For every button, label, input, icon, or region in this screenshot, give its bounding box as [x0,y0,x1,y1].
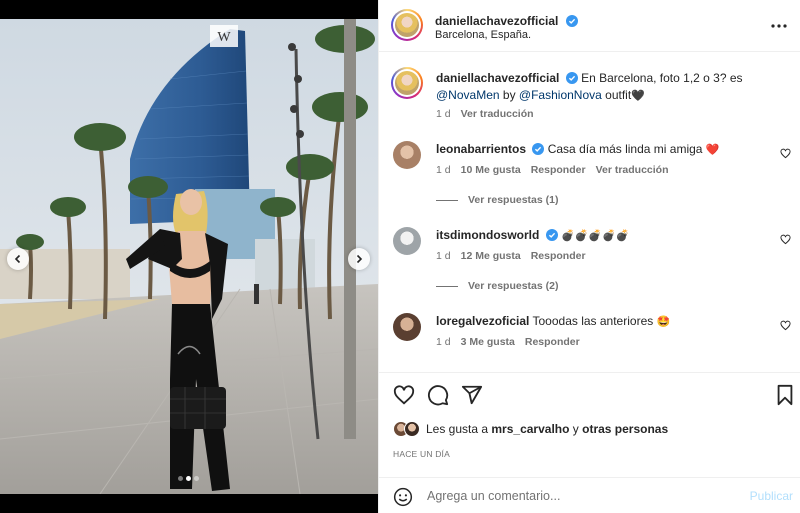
comment-avatar[interactable] [393,141,421,169]
comment-meta: 1 d 3 Me gusta Responder [436,336,580,348]
verified-icon [532,143,545,155]
view-replies-button[interactable]: Ver respuestas (2) [436,280,558,292]
comment-icon[interactable] [427,384,449,406]
carousel-dot-active [186,476,191,481]
comment-composer: Publicar [379,477,800,513]
heart-icon[interactable] [780,234,791,245]
carousel-dot [178,476,183,481]
comment-avatar[interactable] [393,227,421,255]
chevron-right-icon [356,254,363,264]
comment-emoji: 💣💣💣💣💣 [561,229,630,242]
comment-emoji: ❤️ [705,143,720,156]
heart-icon[interactable] [780,320,791,331]
comment-username[interactable]: leonabarrientos [436,142,526,156]
heart-icon[interactable] [780,148,791,159]
caption-username[interactable]: daniellachavezofficial [436,71,559,85]
comment-meta: 1 d 12 Me gusta Responder [436,250,586,262]
comment-likes[interactable]: 3 Me gusta [461,336,515,348]
comment-translate-link[interactable]: Ver traducción [596,164,669,176]
likes-user[interactable]: mrs_carvalho [491,422,569,436]
comment-username[interactable]: itsdimondosworld [436,228,539,242]
share-icon[interactable] [461,384,483,406]
carousel-dot [194,476,199,481]
likes-middle: y [572,422,579,436]
verified-icon [565,72,578,84]
comment-input[interactable] [427,486,727,506]
more-icon[interactable] [771,18,787,34]
comment-likes[interactable]: 12 Me gusta [461,250,521,262]
comment-time[interactable]: 1 d [436,164,451,176]
comment-likes[interactable]: 10 Me gusta [461,164,521,176]
comment-emoji: 🤩 [656,315,671,328]
comment-avatar[interactable] [393,313,421,341]
comment-text: itsdimondosworld 💣💣💣💣💣 [436,227,776,244]
comment-time[interactable]: 1 d [436,336,451,348]
comment-body: Casa día más linda mi amiga [547,142,703,156]
heart-icon[interactable] [393,384,415,406]
comment-body: Tooodas las anteriores [532,314,654,328]
caption-by: by [502,88,516,102]
comment-reply-button[interactable]: Responder [531,164,586,176]
post-timestamp[interactable]: HACE UN DÍA [393,449,450,459]
comments-list: daniellachavezofficial En Barcelona, fot… [379,53,800,371]
post-photo: W [0,19,378,494]
chevron-left-icon [14,254,21,264]
comment-time[interactable]: 1 d [436,250,451,262]
likes-prefix: Les gusta a [426,422,489,436]
post-header: daniellachavezofficial Barcelona, España… [379,0,800,52]
comment-username[interactable]: loregalvezoficial [436,314,529,328]
caption-mention-fashionnova[interactable]: @FashionNova [519,88,602,102]
caption-emoji: 🖤 [631,89,645,102]
caption-translate-link[interactable]: Ver traducción [461,108,534,120]
caption-text-1: En Barcelona, foto 1,2 o 3? es [581,71,743,85]
view-replies-button[interactable]: Ver respuestas (1) [436,194,558,206]
post-actions: Les gusta a mrs_carvalho y otras persona… [379,372,800,512]
post-sidebar: daniellachavezofficial Barcelona, España… [378,0,800,513]
caption-mention-novamen[interactable]: @NovaMen [436,88,500,102]
caption-text-2: outfit [605,88,632,102]
post-location[interactable]: Barcelona, España. [435,29,531,41]
comment-reply-button[interactable]: Responder [525,336,580,348]
smile-icon[interactable] [393,487,413,507]
carousel-next-button[interactable] [348,248,370,270]
likes-summary: Les gusta a mrs_carvalho y otras persona… [393,421,668,437]
author-username[interactable]: daniellachavezofficial [435,14,558,28]
carousel-dots [178,476,199,481]
instagram-post-modal: W daniellachavezofficial Barcelona, Espa… [0,0,800,513]
view-replies-label: Ver respuestas (1) [468,194,559,206]
verified-icon [565,15,578,27]
bookmark-icon[interactable] [775,384,795,406]
likes-others[interactable]: otras personas [582,422,668,436]
comment-text: leonabarrientos Casa día más linda mi am… [436,141,776,158]
comment-meta: 1 d 10 Me gusta Responder Ver traducción [436,164,669,176]
publish-button[interactable]: Publicar [750,489,793,503]
caption-meta: 1 d Ver traducción [436,108,534,120]
carousel-prev-button[interactable] [7,248,29,270]
svg-text:W: W [217,30,231,45]
view-replies-label: Ver respuestas (2) [468,280,559,292]
post-media: W [0,0,378,513]
comment-text: loregalvezoficial Tooodas las anteriores… [436,313,776,330]
liker-avatar[interactable] [404,421,420,437]
caption-time[interactable]: 1 d [436,108,451,120]
post-photo-illustration: W [0,19,378,494]
verified-icon [545,229,558,241]
author-avatar[interactable] [391,9,423,41]
caption-text: daniellachavezofficial En Barcelona, fot… [436,70,776,104]
comment-reply-button[interactable]: Responder [531,250,586,262]
caption-avatar[interactable] [391,67,423,99]
